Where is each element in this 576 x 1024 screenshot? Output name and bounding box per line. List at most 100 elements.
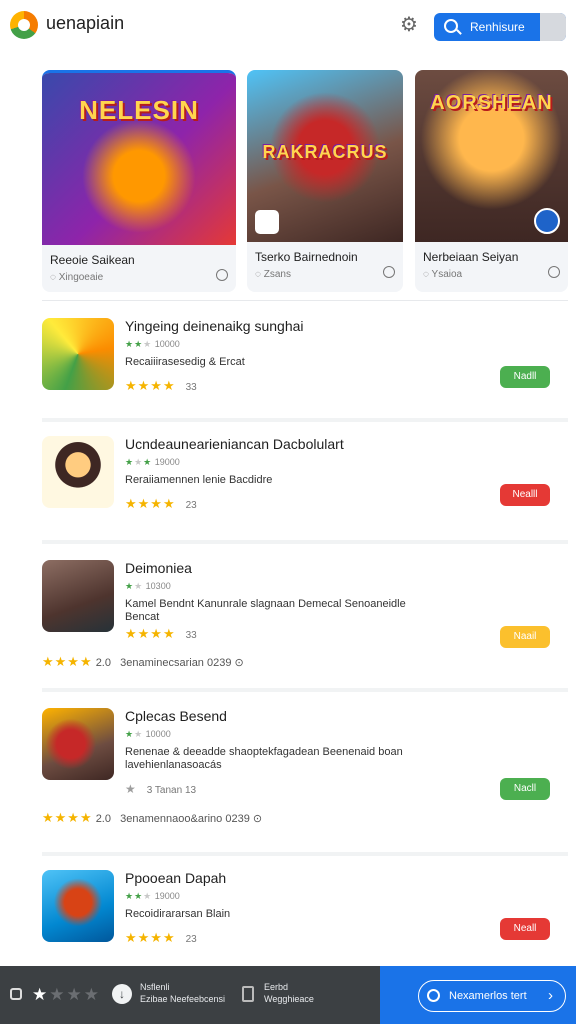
app-title: uenapiain [46, 13, 125, 33]
featured-image: NELESIN [42, 73, 236, 245]
star-rating: ★ 3 Tanan 13 [125, 782, 197, 796]
location-pin-icon: ⊙ [252, 813, 263, 825]
featured-image-title: NELESIN [79, 95, 199, 125]
bottom-info-line1: Nsflenli [140, 982, 170, 992]
app-list-item[interactable]: Ucndeaunearieniancan Dacbolulart ★★★ 190… [42, 436, 568, 526]
divider [42, 300, 568, 301]
action-label: Nexamerlos tert [449, 990, 527, 1002]
app-icon[interactable] [42, 870, 114, 942]
extra-rating-value: 2.0 [95, 657, 111, 669]
mini-rating: ★★★ 19000 [125, 457, 180, 467]
extra-rating-value: 2.0 [95, 813, 111, 825]
divider [42, 852, 568, 856]
game-badge-icon [255, 210, 279, 234]
app-description: Reraiiamennen lenie Bacdidre [125, 474, 273, 486]
extra-rating-row: ★★★★ 2.0 3enamennaoo&arino 0239 ⊙ [42, 810, 262, 826]
search-dropdown-toggle[interactable] [540, 13, 566, 41]
app-icon[interactable] [42, 708, 114, 780]
bottom-info-text: Nsflenli Ezibae Neefeebcensi [140, 981, 225, 1005]
extra-stars: ★★★★ [42, 810, 93, 825]
bottom-bar: ★★★★ ↓ Nsflenli Ezibae Neefeebcensi Eerb… [0, 966, 576, 1024]
search-icon [444, 19, 458, 33]
bottom-star-rating[interactable]: ★★★★ [32, 985, 101, 1005]
app-name: Yingeing deinenaikg sunghai [125, 318, 304, 334]
featured-name: Reeoie Saikean [50, 253, 135, 267]
featured-sub: Zsans [255, 269, 291, 280]
location-pin-icon: ⊙ [234, 657, 244, 669]
action-icon [427, 989, 440, 1002]
bottom-device-line1: Eerbd [264, 982, 289, 992]
featured-card[interactable]: AORSHEAN Nerbeiaan Seiyan Ysaioa [415, 70, 568, 292]
install-button[interactable]: Nacll [500, 778, 550, 800]
mini-rating-count: 19000 [154, 457, 180, 467]
star-rating: ★★★★ 23 [125, 930, 197, 945]
app-list-item[interactable]: Yingeing deinenaikg sunghai ★★★ 10000 Re… [42, 318, 568, 408]
featured-image-title: RAKRACRUS [262, 142, 388, 162]
star-rating: ★★★★ 23 [125, 496, 197, 511]
mini-rating-count: 10000 [145, 729, 171, 739]
app-name: Ppooean Dapah [125, 870, 227, 886]
app-description: Recaiiirasesedig & Ercat [125, 356, 245, 368]
extra-rating-row: ★★★★ 2.0 3enaminecsarian 0239 ⊙ [42, 654, 244, 670]
featured-card[interactable]: NELESIN Reeoie Saikean Xingoeaie [42, 70, 236, 292]
install-button[interactable]: Neall [500, 918, 550, 940]
bottom-device-line2: Wegghieace [264, 994, 314, 1004]
search-button[interactable]: Renhisure [434, 13, 566, 41]
app-name: Ucndeaunearieniancan Dacbolulart [125, 436, 344, 452]
featured-name: Nerbeiaan Seiyan [423, 250, 519, 264]
bottom-action-button[interactable]: Nexamerlos tert › [418, 980, 566, 1012]
bottom-info-panel: ★★★★ ↓ Nsflenli Ezibae Neefeebcensi Eerb… [0, 966, 380, 1024]
app-icon[interactable] [42, 560, 114, 632]
rating-count: 23 [185, 500, 197, 511]
install-button[interactable]: Nadll [500, 366, 550, 388]
featured-carousel: NELESIN Reeoie Saikean Xingoeaie RAKRACR… [42, 70, 570, 294]
app-icon[interactable] [42, 318, 114, 390]
device-icon [242, 986, 254, 1002]
extra-stars: ★★★★ [42, 654, 93, 669]
app-icon[interactable] [42, 436, 114, 508]
chat-icon[interactable] [383, 266, 395, 278]
mini-rating-count: 19000 [154, 891, 180, 901]
app-list-item[interactable]: Deimoniea ★★ 10300 Kamel Bendnt Kanunral… [42, 560, 568, 680]
app-store-page: uenapiain ⚙ Renhisure NELESIN Reeoie Sai… [0, 0, 576, 1024]
download-icon[interactable]: ↓ [112, 984, 132, 1004]
top-header: uenapiain ⚙ Renhisure [0, 0, 576, 56]
app-description: Kamel Bendnt Kanunrale slagnaan Demecal … [125, 598, 406, 623]
install-button[interactable]: Naail [500, 626, 550, 648]
chevron-right-icon: › [548, 987, 553, 1004]
mini-rating: ★★ 10300 [125, 581, 171, 591]
rating-count: 3 Tanan 13 [146, 785, 197, 796]
divider [42, 688, 568, 692]
chat-icon[interactable] [548, 266, 560, 278]
featured-name: Tserko Bairnednoin [255, 250, 358, 264]
featured-sub: Xingoeaie [50, 272, 103, 283]
featured-card[interactable]: RAKRACRUS Tserko Bairnednoin Zsans [247, 70, 403, 292]
app-logo-icon[interactable] [10, 11, 38, 39]
mini-rating-count: 10300 [145, 581, 171, 591]
app-name: Cplecas Besend [125, 708, 227, 724]
mini-rating: ★★ 10000 [125, 729, 171, 739]
extra-rating-text: 3enamennaoo&arino 0239 [120, 813, 250, 825]
bottom-device-text: Eerbd Wegghieace [264, 981, 314, 1005]
divider [42, 540, 568, 544]
featured-image: AORSHEAN [415, 70, 568, 242]
app-list-item[interactable]: Ppooean Dapah ★★★ 19000 Recoidirararsan … [42, 870, 568, 960]
chat-icon[interactable] [216, 269, 228, 281]
bottom-info-line2: Ezibae Neefeebcensi [140, 994, 226, 1004]
mini-rating-count: 10000 [154, 339, 180, 349]
mini-rating: ★★★ 19000 [125, 891, 180, 901]
featured-image-title: AORSHEAN [430, 92, 553, 114]
lock-icon [10, 988, 22, 1000]
mini-rating: ★★★ 10000 [125, 339, 180, 349]
star-rating: ★★★★ 33 [125, 378, 197, 393]
featured-image: RAKRACRUS [247, 70, 403, 242]
install-button[interactable]: Nealll [500, 484, 550, 506]
app-description: Recoidirararsan Blain [125, 908, 231, 920]
app-list-item[interactable]: Cplecas Besend ★★ 10000 Renenae & deeadd… [42, 708, 568, 828]
settings-gear-icon[interactable]: ⚙ [398, 14, 420, 36]
rating-count: 23 [185, 934, 197, 945]
star-rating: ★★★★ 33 [125, 626, 197, 641]
divider [42, 418, 568, 422]
rating-count: 33 [185, 382, 197, 393]
brand-badge-icon [534, 208, 560, 234]
